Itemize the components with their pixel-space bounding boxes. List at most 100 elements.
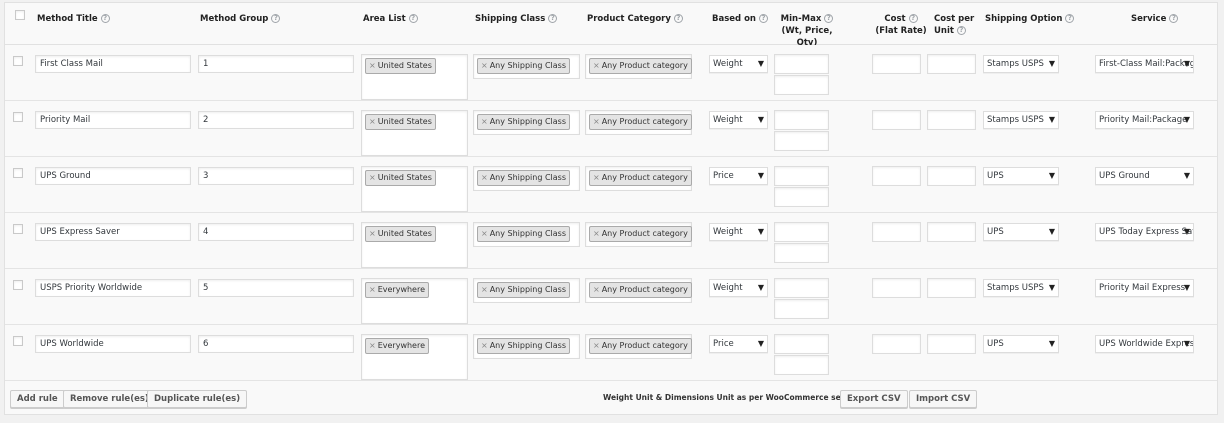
tag-remove-icon[interactable]: × <box>481 341 488 350</box>
add-rule-button[interactable]: Add rule <box>10 390 65 408</box>
shipping-class-select[interactable]: × Any Shipping Class <box>473 54 580 79</box>
product-category-tag[interactable]: × Any Product category <box>589 226 692 242</box>
min-input[interactable] <box>774 54 829 74</box>
tag-remove-icon[interactable]: × <box>481 61 488 70</box>
max-input[interactable] <box>774 131 829 151</box>
shipping-class-tag[interactable]: × Any Shipping Class <box>477 338 571 354</box>
cost-per-unit-input[interactable] <box>927 166 976 186</box>
area-list-select[interactable]: × Everywhere <box>361 334 468 380</box>
help-icon[interactable]: ? <box>1065 14 1075 23</box>
shipping-class-tag[interactable]: × Any Shipping Class <box>477 226 571 242</box>
cost-flat-rate-input[interactable] <box>872 54 921 74</box>
tag-remove-icon[interactable]: × <box>369 229 376 238</box>
help-icon[interactable]: ? <box>548 14 558 23</box>
help-icon[interactable]: ? <box>824 14 834 23</box>
shipping-option-select[interactable]: UPS ▼ <box>983 335 1059 353</box>
row-select-checkbox[interactable] <box>13 56 23 66</box>
row-select-checkbox[interactable] <box>13 224 23 234</box>
row-select-checkbox[interactable] <box>13 168 23 178</box>
min-input[interactable] <box>774 222 829 242</box>
product-category-tag[interactable]: × Any Product category <box>589 338 692 354</box>
method-group-input[interactable]: 1 <box>198 55 354 73</box>
method-title-input[interactable]: UPS Ground <box>35 167 191 185</box>
tag-remove-icon[interactable]: × <box>593 229 600 238</box>
cost-per-unit-input[interactable] <box>927 110 976 130</box>
export-csv-button[interactable]: Export CSV <box>840 390 908 408</box>
tag-remove-icon[interactable]: × <box>369 117 376 126</box>
based-on-select[interactable]: Weight ▼ <box>709 279 768 297</box>
duplicate-rules-button[interactable]: Duplicate rule(es) <box>147 390 248 408</box>
cost-flat-rate-input[interactable] <box>872 334 921 354</box>
method-group-input[interactable]: 4 <box>198 223 354 241</box>
product-category-tag[interactable]: × Any Product category <box>589 58 692 74</box>
help-icon[interactable]: ? <box>1169 14 1179 23</box>
min-input[interactable] <box>774 278 829 298</box>
product-category-select[interactable]: × Any Product category <box>585 166 692 191</box>
service-select[interactable]: UPS Today Express Saver▼ <box>1095 223 1194 241</box>
cost-per-unit-input[interactable] <box>927 54 976 74</box>
product-category-tag[interactable]: × Any Product category <box>589 114 692 130</box>
method-group-input[interactable]: 3 <box>198 167 354 185</box>
shipping-class-tag[interactable]: × Any Shipping Class <box>477 282 571 298</box>
tag-remove-icon[interactable]: × <box>369 173 376 182</box>
product-category-select[interactable]: × Any Product category <box>585 334 692 359</box>
service-select[interactable]: UPS Worldwide Express ▼ <box>1095 335 1194 353</box>
area-list-select[interactable]: × Everywhere <box>361 278 468 324</box>
tag-remove-icon[interactable]: × <box>593 117 600 126</box>
help-icon[interactable]: ? <box>956 26 966 35</box>
area-list-select[interactable]: × United States <box>361 54 468 100</box>
method-title-input[interactable]: UPS Worldwide <box>35 335 191 353</box>
help-icon[interactable]: ? <box>271 14 281 23</box>
based-on-select[interactable]: Weight ▼ <box>709 55 768 73</box>
product-category-select[interactable]: × Any Product category <box>585 54 692 79</box>
product-category-tag[interactable]: × Any Product category <box>589 282 692 298</box>
service-select[interactable]: Priority Mail:Package ▼ <box>1095 111 1194 129</box>
area-tag[interactable]: × Everywhere <box>365 338 430 354</box>
shipping-option-select[interactable]: UPS ▼ <box>983 167 1059 185</box>
cost-flat-rate-input[interactable] <box>872 222 921 242</box>
help-icon[interactable]: ? <box>673 14 683 23</box>
tag-remove-icon[interactable]: × <box>593 61 600 70</box>
remove-rules-button[interactable]: Remove rule(es) <box>63 390 156 408</box>
product-category-select[interactable]: × Any Product category <box>585 110 692 135</box>
product-category-tag[interactable]: × Any Product category <box>589 170 692 186</box>
shipping-class-tag[interactable]: × Any Shipping Class <box>477 58 571 74</box>
shipping-class-tag[interactable]: × Any Shipping Class <box>477 114 571 130</box>
max-input[interactable] <box>774 355 829 375</box>
max-input[interactable] <box>774 187 829 207</box>
shipping-class-select[interactable]: × Any Shipping Class <box>473 334 580 359</box>
method-group-input[interactable]: 2 <box>198 111 354 129</box>
shipping-class-tag[interactable]: × Any Shipping Class <box>477 170 571 186</box>
help-icon[interactable]: ? <box>758 14 768 23</box>
help-icon[interactable]: ? <box>908 14 918 23</box>
tag-remove-icon[interactable]: × <box>593 341 600 350</box>
area-list-select[interactable]: × United States <box>361 166 468 212</box>
max-input[interactable] <box>774 243 829 263</box>
shipping-class-select[interactable]: × Any Shipping Class <box>473 278 580 303</box>
based-on-select[interactable]: Price ▼ <box>709 335 768 353</box>
tag-remove-icon[interactable]: × <box>481 285 488 294</box>
method-title-input[interactable]: Priority Mail <box>35 111 191 129</box>
method-title-input[interactable]: UPS Express Saver <box>35 223 191 241</box>
shipping-option-select[interactable]: UPS ▼ <box>983 223 1059 241</box>
cost-flat-rate-input[interactable] <box>872 110 921 130</box>
service-select[interactable]: UPS Ground ▼ <box>1095 167 1194 185</box>
area-tag[interactable]: × Everywhere <box>365 282 430 298</box>
import-csv-button[interactable]: Import CSV <box>909 390 978 408</box>
tag-remove-icon[interactable]: × <box>593 173 600 182</box>
based-on-select[interactable]: Weight ▼ <box>709 223 768 241</box>
service-select[interactable]: First-Class Mail:Package ▼ <box>1095 55 1194 73</box>
based-on-select[interactable]: Price ▼ <box>709 167 768 185</box>
row-select-checkbox[interactable] <box>13 280 23 290</box>
tag-remove-icon[interactable]: × <box>369 285 376 294</box>
shipping-class-select[interactable]: × Any Shipping Class <box>473 166 580 191</box>
cost-flat-rate-input[interactable] <box>872 166 921 186</box>
cost-per-unit-input[interactable] <box>927 334 976 354</box>
shipping-class-select[interactable]: × Any Shipping Class <box>473 110 580 135</box>
select-all-checkbox[interactable] <box>15 10 25 20</box>
min-input[interactable] <box>774 166 829 186</box>
shipping-option-select[interactable]: Stamps USPS ▼ <box>983 55 1059 73</box>
help-icon[interactable]: ? <box>408 14 418 23</box>
area-list-select[interactable]: × United States <box>361 222 468 268</box>
method-group-input[interactable]: 5 <box>198 279 354 297</box>
